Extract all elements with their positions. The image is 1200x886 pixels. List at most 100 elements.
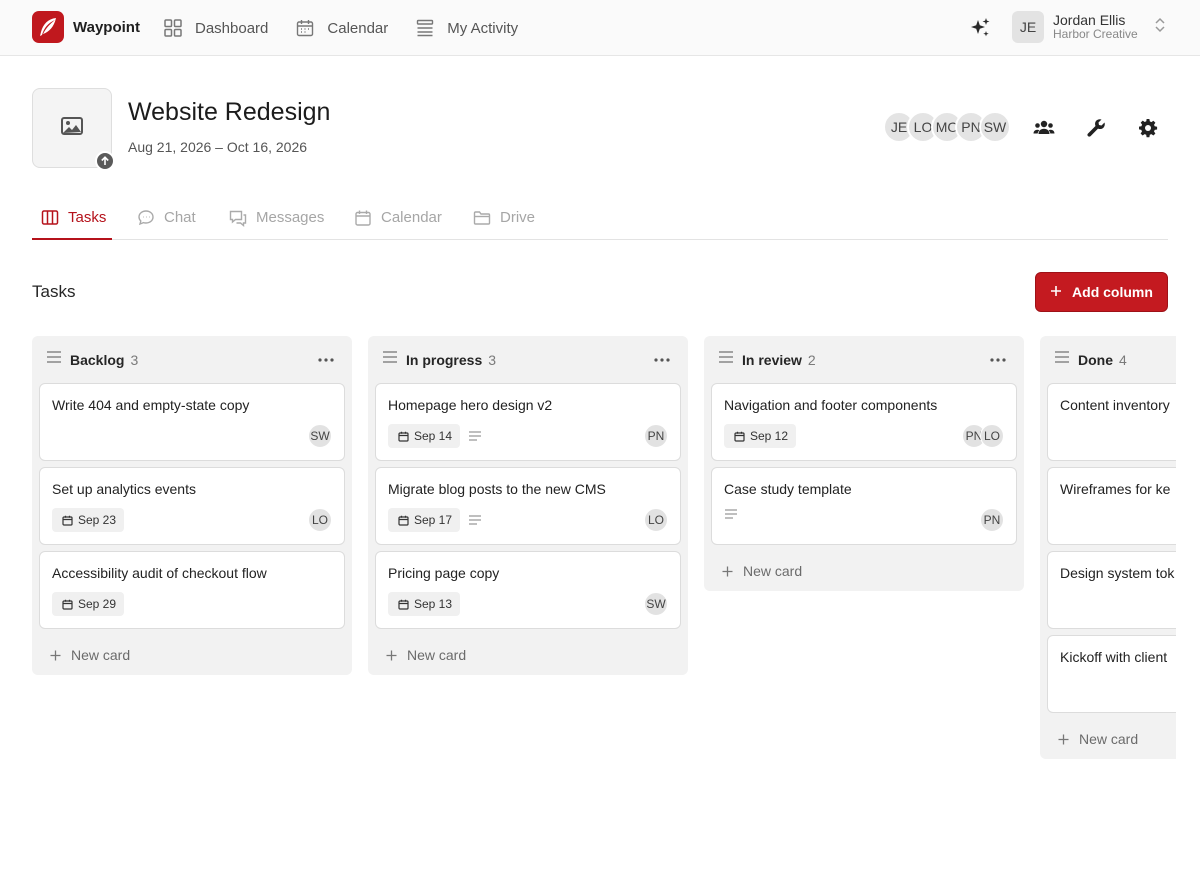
more-options-icon[interactable]: [316, 350, 336, 370]
drag-handle-icon[interactable]: [46, 350, 62, 369]
card-title: Write 404 and empty-state copy: [52, 397, 250, 413]
task-card[interactable]: Migrate blog posts to the new CMS Sep 17 L…: [375, 467, 681, 545]
due-date-chip[interactable]: Sep 13: [388, 592, 461, 616]
task-card[interactable]: Homepage hero design v2 Sep 14 PN: [375, 383, 681, 461]
plus-icon: [386, 650, 397, 661]
section-title: Tasks: [32, 282, 76, 301]
calendar-icon: [398, 515, 409, 526]
board-column: In progress 3 Homepage hero design v2 Sep 1…: [368, 336, 688, 675]
card-title: Accessibility audit of checkout flow: [52, 565, 267, 581]
assignee-avatar[interactable]: PN: [644, 424, 668, 448]
tab-label: Tasks: [68, 209, 107, 226]
tab-tasks[interactable]: Tasks: [32, 203, 112, 240]
task-card[interactable]: Write 404 and empty-state copy SW: [39, 383, 345, 461]
task-card[interactable]: Wireframes for ke: [1047, 467, 1176, 545]
tab-label: Chat: [164, 209, 196, 226]
column-count: 4: [1119, 351, 1127, 368]
description-icon: [724, 508, 738, 520]
add-column-button[interactable]: Add column: [1035, 272, 1168, 312]
upload-icon[interactable]: [95, 151, 115, 171]
columns-icon: [41, 209, 59, 231]
project-tabs: Tasks Chat Messages Calendar Drive: [32, 203, 1168, 240]
card-title: Design system tok: [1060, 565, 1175, 581]
card-title: Wireframes for ke: [1060, 481, 1171, 497]
assignee-avatar[interactable]: LO: [308, 508, 332, 532]
member-avatar[interactable]: SW: [979, 111, 1011, 143]
task-card[interactable]: Kickoff with client: [1047, 635, 1176, 713]
nav-item-label: Dashboard: [195, 19, 269, 37]
avatar: JE: [1012, 11, 1044, 43]
page-title: Website Redesign: [128, 98, 331, 126]
ai-sparkle-icon[interactable]: [968, 16, 992, 40]
main-nav: Dashboard Calendar My Activity: [163, 16, 518, 40]
card-title: Pricing page copy: [388, 565, 500, 581]
wrench-icon[interactable]: [1084, 116, 1108, 140]
new-card-button[interactable]: New card: [1047, 719, 1176, 759]
top-navigation-bar: Waypoint Dashboard Calendar My Activity …: [0, 0, 1200, 56]
image-icon: [61, 116, 83, 140]
due-date: Sep 13: [414, 597, 453, 611]
calendar-icon: [62, 599, 73, 610]
due-date: Sep 14: [414, 429, 453, 443]
nav-item-my-activity[interactable]: My Activity: [415, 16, 518, 40]
button-label: Add column: [1072, 284, 1153, 300]
task-card[interactable]: Set up analytics events Sep 23 LO: [39, 467, 345, 545]
gear-icon[interactable]: [1136, 116, 1160, 140]
due-date-chip[interactable]: Sep 12: [724, 424, 797, 448]
nav-item-dashboard[interactable]: Dashboard: [163, 16, 268, 40]
due-date-chip[interactable]: Sep 29: [52, 592, 125, 616]
tab-calendar[interactable]: Calendar: [354, 203, 442, 240]
brand[interactable]: Waypoint: [32, 11, 140, 43]
card-assignees: LO: [308, 508, 332, 532]
tab-drive[interactable]: Drive: [473, 203, 535, 240]
assignee-avatar[interactable]: SW: [308, 424, 332, 448]
card-title: Content inventory: [1060, 397, 1170, 413]
more-options-icon[interactable]: [988, 350, 1008, 370]
tab-messages[interactable]: Messages: [229, 203, 324, 240]
plus-icon: [50, 650, 61, 661]
chat-bubble-icon: [137, 209, 155, 231]
task-card[interactable]: Navigation and footer components Sep 12 PN…: [711, 383, 1017, 461]
due-date: Sep 23: [78, 513, 117, 527]
board-column: Backlog 3 Write 404 and empty-state copy SW…: [32, 336, 352, 675]
drag-handle-icon[interactable]: [382, 350, 398, 369]
assignee-avatar[interactable]: LO: [644, 508, 668, 532]
due-date-chip[interactable]: Sep 14: [388, 424, 461, 448]
card-meta: Sep 14: [388, 424, 482, 448]
task-card[interactable]: Content inventory: [1047, 383, 1176, 461]
card-title: Migrate blog posts to the new CMS: [388, 481, 606, 497]
task-card[interactable]: Case study template PN: [711, 467, 1017, 545]
column-title: In review: [742, 351, 802, 368]
new-card-label: New card: [71, 647, 131, 663]
drag-handle-icon[interactable]: [718, 350, 734, 369]
due-date-chip[interactable]: Sep 17: [388, 508, 461, 532]
assignee-avatar[interactable]: PN: [980, 508, 1004, 532]
task-card[interactable]: Pricing page copy Sep 13 SW: [375, 551, 681, 629]
new-card-button[interactable]: New card: [39, 635, 345, 675]
assignee-avatar[interactable]: SW: [644, 592, 668, 616]
tab-chat[interactable]: Chat: [137, 203, 196, 240]
column-header: In review 2: [711, 336, 1017, 383]
card-meta: Sep 23: [52, 508, 125, 532]
account-switcher[interactable]: JE Jordan Ellis Harbor Creative: [1012, 11, 1166, 43]
task-card[interactable]: Design system tok: [1047, 551, 1176, 629]
more-options-icon[interactable]: [652, 350, 672, 370]
card-meta: Sep 29: [52, 592, 125, 616]
card-assignees: LO: [644, 508, 668, 532]
card-assignees: SW: [644, 592, 668, 616]
due-date: Sep 17: [414, 513, 453, 527]
new-card-button[interactable]: New card: [711, 551, 1017, 591]
nav-item-calendar[interactable]: Calendar: [295, 16, 388, 40]
assignee-avatar[interactable]: LO: [980, 424, 1004, 448]
plus-icon: [1058, 734, 1069, 745]
grid-icon: [163, 18, 183, 38]
new-card-button[interactable]: New card: [375, 635, 681, 675]
chevron-up-down-icon: [1154, 17, 1166, 38]
folder-icon: [473, 209, 491, 231]
drag-handle-icon[interactable]: [1054, 350, 1070, 369]
tab-label: Messages: [256, 209, 325, 226]
due-date-chip[interactable]: Sep 23: [52, 508, 125, 532]
task-card[interactable]: Accessibility audit of checkout flow Sep …: [39, 551, 345, 629]
new-card-label: New card: [407, 647, 467, 663]
people-icon[interactable]: [1032, 116, 1056, 140]
